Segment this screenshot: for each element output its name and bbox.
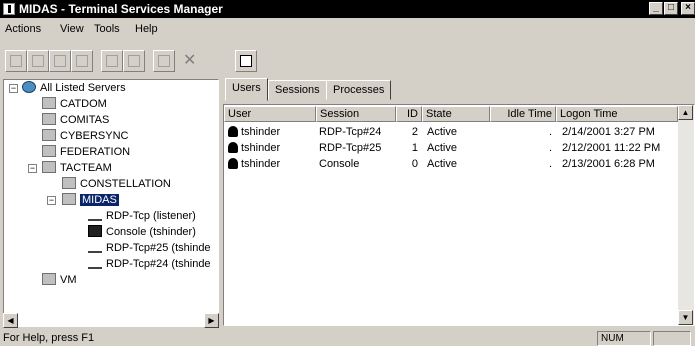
server-icon: [42, 161, 56, 174]
tree-session[interactable]: Console (tshinder): [88, 224, 196, 240]
server-icon: [42, 145, 56, 158]
tree-horizontal-scrollbar[interactable]: ◀ ▶: [3, 313, 219, 328]
server-icon: [42, 129, 56, 142]
tab-processes[interactable]: Processes: [326, 80, 392, 100]
app-icon[interactable]: [3, 3, 15, 15]
disconnect-icon[interactable]: [27, 50, 49, 72]
detail-pane: Users Sessions Processes User Session ID…: [223, 78, 695, 327]
column-header-id[interactable]: ID: [396, 106, 422, 122]
server-icon: [62, 193, 76, 206]
reset-icon[interactable]: [101, 50, 123, 72]
remote-control-icon[interactable]: [71, 50, 93, 72]
num-lock-indicator: NUM: [597, 331, 651, 346]
column-header-session[interactable]: Session: [316, 106, 396, 122]
network-icon: [88, 241, 102, 254]
collapse-icon[interactable]: −: [47, 196, 56, 205]
collapse-icon[interactable]: −: [9, 84, 18, 93]
refresh-icon[interactable]: [235, 50, 257, 72]
tree-session[interactable]: RDP-Tcp#24 (tshinde: [88, 256, 211, 272]
tree-server-federation[interactable]: FEDERATION: [42, 144, 130, 160]
column-header-logon-time[interactable]: Logon Time: [556, 106, 678, 122]
tree-root[interactable]: All Listed Servers: [22, 80, 126, 96]
server-icon: [42, 273, 56, 286]
server-tree[interactable]: − All Listed Servers CATDOM COMITAS CYBE…: [3, 79, 219, 327]
collapse-icon[interactable]: −: [28, 164, 37, 173]
computer-icon: [88, 225, 102, 238]
tree-server-comitas[interactable]: COMITAS: [42, 112, 109, 128]
logoff-icon[interactable]: [153, 50, 175, 72]
tab-sessions[interactable]: Sessions: [268, 80, 327, 100]
end-process-icon[interactable]: ✕: [178, 50, 200, 72]
column-header-state[interactable]: State: [422, 106, 490, 122]
menu-bar: Actions View Tools Help: [0, 18, 695, 42]
user-icon: [228, 157, 238, 169]
user-icon: [228, 125, 238, 137]
list-vertical-scrollbar[interactable]: ▲ ▼: [678, 105, 694, 325]
toolbar: ✕: [0, 44, 695, 74]
tree-server-vm[interactable]: VM: [42, 272, 77, 288]
tab-users[interactable]: Users: [225, 78, 268, 101]
tree-session[interactable]: RDP-Tcp (listener): [88, 208, 196, 224]
status-icon[interactable]: [123, 50, 145, 72]
scroll-right-icon[interactable]: ▶: [204, 313, 219, 328]
tree-server-constellation[interactable]: CONSTELLATION: [62, 176, 171, 192]
globe-server-icon: [22, 81, 36, 94]
menu-view[interactable]: View: [60, 23, 84, 35]
scroll-up-icon[interactable]: ▲: [678, 105, 693, 120]
scroll-left-icon[interactable]: ◀: [3, 313, 18, 328]
status-text: For Help, press F1: [3, 332, 95, 344]
maximize-button[interactable]: □: [664, 2, 678, 15]
status-panel-empty: [653, 331, 691, 346]
menu-help[interactable]: Help: [135, 23, 158, 35]
menu-actions[interactable]: Actions: [5, 23, 41, 35]
column-header-idle-time[interactable]: Idle Time: [490, 106, 556, 122]
tree-server-catdom[interactable]: CATDOM: [42, 96, 107, 112]
scroll-down-icon[interactable]: ▼: [678, 310, 693, 325]
send-message-icon[interactable]: [49, 50, 71, 72]
menu-tools[interactable]: Tools: [94, 23, 120, 35]
tree-server-midas[interactable]: MIDAS: [62, 192, 119, 208]
connect-icon[interactable]: [5, 50, 27, 72]
server-icon: [42, 113, 56, 126]
user-icon: [228, 141, 238, 153]
column-header-user[interactable]: User: [224, 106, 316, 122]
close-button[interactable]: ×: [681, 2, 695, 15]
window-title: MIDAS - Terminal Services Manager: [19, 2, 223, 16]
server-icon: [62, 177, 76, 190]
tree-session[interactable]: RDP-Tcp#25 (tshinde: [88, 240, 211, 256]
status-bar: For Help, press F1 NUM: [0, 330, 695, 346]
tree-server-cybersync[interactable]: CYBERSYNC: [42, 128, 128, 144]
tree-group-tacteam[interactable]: TACTEAM: [42, 160, 112, 176]
minimize-button[interactable]: _: [649, 2, 663, 15]
title-bar: MIDAS - Terminal Services Manager _ □ ×: [0, 0, 695, 18]
network-icon: [88, 209, 102, 222]
server-icon: [42, 97, 56, 110]
users-list[interactable]: User Session ID State Idle Time Logon Ti…: [223, 104, 695, 326]
network-icon: [88, 257, 102, 270]
